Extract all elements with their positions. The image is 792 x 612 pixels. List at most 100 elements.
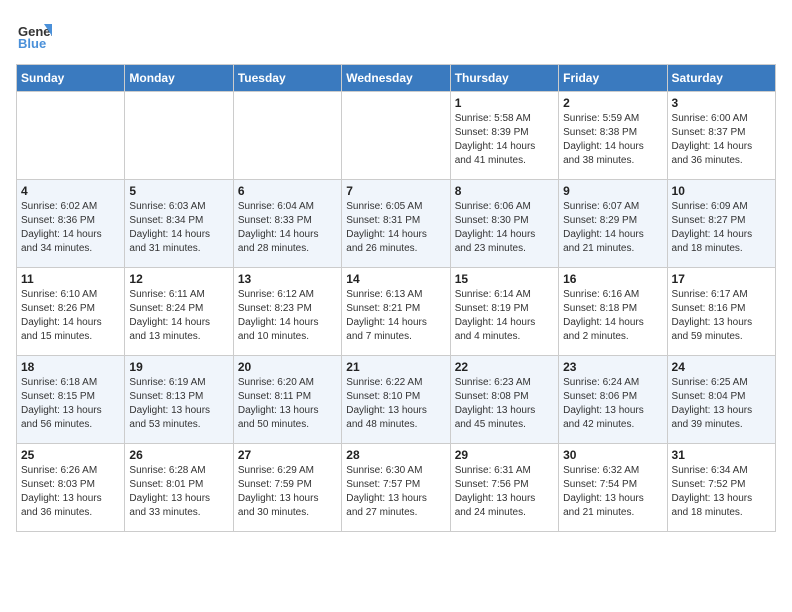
calendar-cell: 6 Sunrise: 6:04 AM Sunset: 8:33 PM Daylig… <box>233 180 341 268</box>
day-number: 16 <box>563 272 662 286</box>
calendar-cell: 8 Sunrise: 6:06 AM Sunset: 8:30 PM Daylig… <box>450 180 558 268</box>
calendar-cell: 13 Sunrise: 6:12 AM Sunset: 8:23 PM Dayli… <box>233 268 341 356</box>
day-number: 21 <box>346 360 445 374</box>
calendar-cell: 20Sunrise: 6:20 AM Sunset: 8:11 PM Dayli… <box>233 356 341 444</box>
day-number: 8 <box>455 184 554 198</box>
calendar-week-row: 11 Sunrise: 6:10 AM Sunset: 8:26 PM Dayli… <box>17 268 776 356</box>
day-info: Sunrise: 6:05 AM Sunset: 8:31 PM Dayligh… <box>346 200 445 256</box>
day-number: 22 <box>455 360 554 374</box>
day-info: Sunrise: 6:14 AM Sunset: 8:19 PM Dayligh… <box>455 288 554 344</box>
day-info: Sunrise: 5:58 AM Sunset: 8:39 PM Dayligh… <box>455 112 554 168</box>
day-number: 4 <box>21 184 120 198</box>
day-info: Sunrise: 6:34 AM Sunset: 7:52 PM Dayligh… <box>672 464 771 520</box>
calendar-cell <box>17 92 125 180</box>
weekday-header: Thursday <box>450 65 558 92</box>
calendar-cell: 23 Sunrise: 6:24 AM Sunset: 8:06 PM Dayli… <box>559 356 667 444</box>
day-info: Sunrise: 6:04 AM Sunset: 8:33 PM Dayligh… <box>238 200 337 256</box>
day-info: Sunrise: 6:11 AM Sunset: 8:24 PM Dayligh… <box>129 288 228 344</box>
svg-text:Blue: Blue <box>18 36 46 51</box>
day-info: Sunrise: 6:03 AM Sunset: 8:34 PM Dayligh… <box>129 200 228 256</box>
calendar-cell: 3Sunrise: 6:00 AM Sunset: 8:37 PM Daylig… <box>667 92 775 180</box>
day-number: 23 <box>563 360 662 374</box>
day-info: Sunrise: 6:19 AM Sunset: 8:13 PM Dayligh… <box>129 376 228 432</box>
day-info: Sunrise: 6:10 AM Sunset: 8:26 PM Dayligh… <box>21 288 120 344</box>
day-number: 7 <box>346 184 445 198</box>
weekday-header: Saturday <box>667 65 775 92</box>
calendar-cell: 30 Sunrise: 6:32 AM Sunset: 7:54 PM Dayli… <box>559 444 667 532</box>
day-info: Sunrise: 6:24 AM Sunset: 8:06 PM Dayligh… <box>563 376 662 432</box>
day-info: Sunrise: 6:32 AM Sunset: 7:54 PM Dayligh… <box>563 464 662 520</box>
day-number: 30 <box>563 448 662 462</box>
calendar-cell: 12 Sunrise: 6:11 AM Sunset: 8:24 PM Dayli… <box>125 268 233 356</box>
day-info: Sunrise: 6:31 AM Sunset: 7:56 PM Dayligh… <box>455 464 554 520</box>
day-number: 10 <box>672 184 771 198</box>
day-info: Sunrise: 6:02 AM Sunset: 8:36 PM Dayligh… <box>21 200 120 256</box>
day-number: 6 <box>238 184 337 198</box>
day-number: 15 <box>455 272 554 286</box>
day-number: 9 <box>563 184 662 198</box>
day-info: Sunrise: 6:26 AM Sunset: 8:03 PM Dayligh… <box>21 464 120 520</box>
day-number: 18 <box>21 360 120 374</box>
calendar-week-row: 18Sunrise: 6:18 AM Sunset: 8:15 PM Dayli… <box>17 356 776 444</box>
day-number: 31 <box>672 448 771 462</box>
day-number: 14 <box>346 272 445 286</box>
day-info: Sunrise: 6:25 AM Sunset: 8:04 PM Dayligh… <box>672 376 771 432</box>
calendar-cell: 22Sunrise: 6:23 AM Sunset: 8:08 PM Dayli… <box>450 356 558 444</box>
calendar-week-row: 1 Sunrise: 5:58 AM Sunset: 8:39 PM Daylig… <box>17 92 776 180</box>
calendar-week-row: 4 Sunrise: 6:02 AM Sunset: 8:36 PM Daylig… <box>17 180 776 268</box>
calendar-cell: 26 Sunrise: 6:28 AM Sunset: 8:01 PM Dayli… <box>125 444 233 532</box>
day-number: 26 <box>129 448 228 462</box>
logo: General Blue <box>16 16 52 52</box>
calendar-cell: 11 Sunrise: 6:10 AM Sunset: 8:26 PM Dayli… <box>17 268 125 356</box>
calendar-cell: 15 Sunrise: 6:14 AM Sunset: 8:19 PM Dayli… <box>450 268 558 356</box>
calendar-cell: 27Sunrise: 6:29 AM Sunset: 7:59 PM Dayli… <box>233 444 341 532</box>
weekday-header: Friday <box>559 65 667 92</box>
day-info: Sunrise: 6:06 AM Sunset: 8:30 PM Dayligh… <box>455 200 554 256</box>
calendar-cell: 19 Sunrise: 6:19 AM Sunset: 8:13 PM Dayli… <box>125 356 233 444</box>
day-number: 27 <box>238 448 337 462</box>
calendar-cell: 17 Sunrise: 6:17 AM Sunset: 8:16 PM Dayli… <box>667 268 775 356</box>
day-number: 1 <box>455 96 554 110</box>
calendar-cell <box>342 92 450 180</box>
calendar-cell: 4 Sunrise: 6:02 AM Sunset: 8:36 PM Daylig… <box>17 180 125 268</box>
calendar-cell: 7 Sunrise: 6:05 AM Sunset: 8:31 PM Daylig… <box>342 180 450 268</box>
calendar-cell: 21 Sunrise: 6:22 AM Sunset: 8:10 PM Dayli… <box>342 356 450 444</box>
day-info: Sunrise: 6:12 AM Sunset: 8:23 PM Dayligh… <box>238 288 337 344</box>
day-info: Sunrise: 6:13 AM Sunset: 8:21 PM Dayligh… <box>346 288 445 344</box>
calendar-cell: 1 Sunrise: 5:58 AM Sunset: 8:39 PM Daylig… <box>450 92 558 180</box>
day-info: Sunrise: 6:17 AM Sunset: 8:16 PM Dayligh… <box>672 288 771 344</box>
day-info: Sunrise: 6:07 AM Sunset: 8:29 PM Dayligh… <box>563 200 662 256</box>
calendar-cell: 25 Sunrise: 6:26 AM Sunset: 8:03 PM Dayli… <box>17 444 125 532</box>
calendar-cell: 9 Sunrise: 6:07 AM Sunset: 8:29 PM Daylig… <box>559 180 667 268</box>
day-info: Sunrise: 6:30 AM Sunset: 7:57 PM Dayligh… <box>346 464 445 520</box>
day-info: Sunrise: 6:22 AM Sunset: 8:10 PM Dayligh… <box>346 376 445 432</box>
day-number: 24 <box>672 360 771 374</box>
calendar-cell: 5Sunrise: 6:03 AM Sunset: 8:34 PM Daylig… <box>125 180 233 268</box>
weekday-header-row: SundayMondayTuesdayWednesdayThursdayFrid… <box>17 65 776 92</box>
day-number: 25 <box>21 448 120 462</box>
calendar-cell: 28 Sunrise: 6:30 AM Sunset: 7:57 PM Dayli… <box>342 444 450 532</box>
day-number: 12 <box>129 272 228 286</box>
day-info: Sunrise: 6:28 AM Sunset: 8:01 PM Dayligh… <box>129 464 228 520</box>
day-number: 17 <box>672 272 771 286</box>
calendar-cell: 24 Sunrise: 6:25 AM Sunset: 8:04 PM Dayli… <box>667 356 775 444</box>
weekday-header: Sunday <box>17 65 125 92</box>
calendar-cell: 10 Sunrise: 6:09 AM Sunset: 8:27 PM Dayli… <box>667 180 775 268</box>
page-header: General Blue <box>16 16 776 52</box>
calendar-cell: 29 Sunrise: 6:31 AM Sunset: 7:56 PM Dayli… <box>450 444 558 532</box>
day-number: 13 <box>238 272 337 286</box>
weekday-header: Tuesday <box>233 65 341 92</box>
calendar-cell <box>233 92 341 180</box>
weekday-header: Monday <box>125 65 233 92</box>
calendar-cell <box>125 92 233 180</box>
day-info: Sunrise: 6:09 AM Sunset: 8:27 PM Dayligh… <box>672 200 771 256</box>
logo-icon: General Blue <box>16 16 52 52</box>
calendar-cell: 16Sunrise: 6:16 AM Sunset: 8:18 PM Dayli… <box>559 268 667 356</box>
weekday-header: Wednesday <box>342 65 450 92</box>
day-number: 28 <box>346 448 445 462</box>
day-number: 19 <box>129 360 228 374</box>
day-info: Sunrise: 6:00 AM Sunset: 8:37 PM Dayligh… <box>672 112 771 168</box>
calendar-cell: 31 Sunrise: 6:34 AM Sunset: 7:52 PM Dayli… <box>667 444 775 532</box>
day-number: 11 <box>21 272 120 286</box>
day-number: 29 <box>455 448 554 462</box>
